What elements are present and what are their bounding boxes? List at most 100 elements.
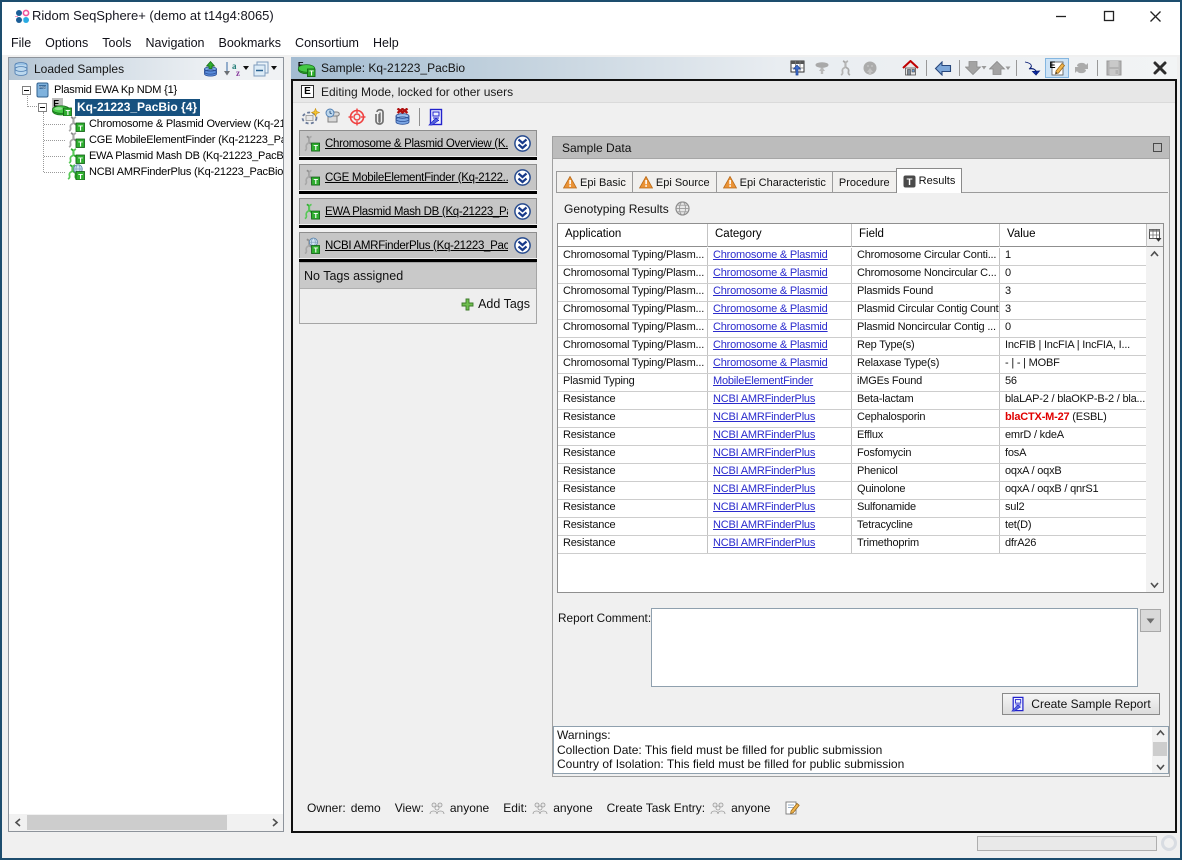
table-vertical-scrollbar[interactable]	[1146, 224, 1163, 592]
section-link[interactable]: Chromosome & Plasmid Overview (K...	[325, 138, 508, 150]
goto-task-icon[interactable]	[1021, 58, 1045, 78]
tree-task-label[interactable]: EWA Plasmid Mash DB (Kq-21223_PacBio)	[89, 150, 283, 162]
report-comment-dropdown[interactable]	[1140, 609, 1161, 632]
table-row[interactable]: Chromosomal Typing/Plasm... Chromosome &…	[558, 284, 1146, 302]
tab-epi-characteristic[interactable]: Epi Characteristic	[716, 171, 833, 193]
tab-label[interactable]: Epi Basic	[580, 177, 626, 189]
section-link[interactable]: EWA Plasmid Mash DB (Kq-21223_Pa...	[325, 206, 508, 218]
table-settings-icon[interactable]	[1146, 224, 1163, 247]
submit-dna-icon-disabled[interactable]	[834, 58, 858, 78]
sort-icon[interactable]: a z	[223, 60, 249, 78]
table-row[interactable]: Chromosomal Typing/Plasm... Chromosome &…	[558, 248, 1146, 266]
menu-consortium[interactable]: Consortium	[288, 36, 366, 50]
tree-sample-label[interactable]: Kq-21223_PacBio {4}	[75, 99, 200, 116]
tree-task-label[interactable]: CGE MobileElementFinder (Kq-21223_PacB	[89, 134, 283, 146]
menu-options[interactable]: Options	[38, 36, 95, 50]
float-panel-icon[interactable]	[1153, 143, 1162, 152]
tab-epi-basic[interactable]: Epi Basic	[556, 171, 633, 193]
category-link[interactable]: Chromosome & Plasmid	[713, 321, 828, 333]
table-row[interactable]: Resistance NCBI AMRFinderPlus Trimethopr…	[558, 536, 1146, 554]
warnings-scrollbar[interactable]	[1152, 727, 1168, 773]
expand-section-icon[interactable]	[514, 203, 531, 220]
tab-label[interactable]: Epi Characteristic	[740, 177, 826, 189]
tree-node-project[interactable]: Proj Plasmid EWA Kp NDM {1}	[22, 82, 177, 98]
save-icon-disabled[interactable]	[1102, 58, 1126, 78]
tree-node-task[interactable]: T NCBI AMRFinderPlus (Kq-21223_PacBio)	[67, 164, 283, 180]
collapse-expander-icon[interactable]	[38, 103, 47, 112]
history-icon[interactable]	[322, 106, 345, 128]
tree-node-task[interactable]: T CGE MobileElementFinder (Kq-21223_PacB	[67, 132, 283, 148]
table-row[interactable]: Resistance NCBI AMRFinderPlus Phenicol o…	[558, 464, 1146, 482]
create-sample-report-label[interactable]: Create Sample Report	[1031, 697, 1150, 711]
menu-navigation[interactable]: Navigation	[138, 36, 211, 50]
category-link[interactable]: Chromosome & Plasmid	[713, 303, 828, 315]
target-icon[interactable]	[345, 106, 368, 128]
down-arrow-icon-disabled[interactable]	[964, 58, 988, 78]
table-row[interactable]: Plasmid Typing MobileElementFinder iMGEs…	[558, 374, 1146, 392]
category-link[interactable]: NCBI AMRFinderPlus	[713, 537, 815, 549]
import-samples-icon[interactable]	[202, 61, 219, 78]
table-row[interactable]: Resistance NCBI AMRFinderPlus Beta-lacta…	[558, 392, 1146, 410]
scroll-right-icon[interactable]	[266, 814, 283, 831]
tab-results[interactable]: T Results	[896, 168, 963, 193]
create-sample-report-button[interactable]: Create Sample Report	[1002, 693, 1160, 715]
expand-section-icon[interactable]	[514, 237, 531, 254]
pdf-report-icon[interactable]	[425, 106, 448, 128]
add-tags-button[interactable]: Add Tags	[461, 297, 530, 311]
scroll-down-icon[interactable]	[1146, 581, 1163, 589]
tree-node-task[interactable]: T EWA Plasmid Mash DB (Kq-21223_PacBio)	[67, 148, 283, 164]
home-icon[interactable]	[898, 58, 922, 78]
category-link[interactable]: NCBI AMRFinderPlus	[713, 393, 815, 405]
category-link[interactable]: NCBI AMRFinderPlus	[713, 519, 815, 531]
tree-node-task[interactable]: T Chromosome & Plasmid Overview (Kq-2122	[67, 116, 283, 132]
tab-label[interactable]: Results	[919, 175, 956, 187]
section-link[interactable]: NCBI AMRFinderPlus (Kq-21223_Pac...	[325, 240, 508, 252]
column-header-application[interactable]: Application	[558, 224, 708, 247]
refresh-icon-disabled[interactable]	[1069, 58, 1093, 78]
category-link[interactable]: Chromosome & Plasmid	[713, 339, 828, 351]
category-link[interactable]: NCBI AMRFinderPlus	[713, 465, 815, 477]
up-arrow-icon-disabled[interactable]	[988, 58, 1012, 78]
category-link[interactable]: Chromosome & Plasmid	[713, 249, 828, 261]
category-link[interactable]: NCBI AMRFinderPlus	[713, 429, 815, 441]
column-header-value[interactable]: Value	[1000, 224, 1146, 247]
category-link[interactable]: Chromosome & Plasmid	[713, 267, 828, 279]
table-row[interactable]: Chromosomal Typing/Plasm... Chromosome &…	[558, 338, 1146, 356]
maximize-button[interactable]	[1086, 2, 1132, 30]
table-row[interactable]: Resistance NCBI AMRFinderPlus Sulfonamid…	[558, 500, 1146, 518]
menu-bookmarks[interactable]: Bookmarks	[212, 36, 289, 50]
table-row[interactable]: Chromosomal Typing/Plasm... Chromosome &…	[558, 302, 1146, 320]
menu-file[interactable]: File	[4, 36, 38, 50]
expand-section-icon[interactable]	[514, 169, 531, 186]
tree-task-label[interactable]: NCBI AMRFinderPlus (Kq-21223_PacBio)	[89, 166, 283, 178]
edit-permissions-icon[interactable]	[784, 800, 800, 816]
table-row[interactable]: Chromosomal Typing/Plasm... Chromosome &…	[558, 356, 1146, 374]
reprocess-icon[interactable]	[299, 106, 322, 128]
category-link[interactable]: MobileElementFinder	[713, 375, 813, 387]
category-link[interactable]: Chromosome & Plasmid	[713, 357, 828, 369]
tree-horizontal-scrollbar[interactable]	[9, 814, 283, 831]
send-to-table-icon[interactable]	[786, 58, 810, 78]
menu-help[interactable]: Help	[366, 36, 406, 50]
table-row[interactable]: Resistance NCBI AMRFinderPlus Cephalospo…	[558, 410, 1146, 428]
table-row[interactable]: Resistance NCBI AMRFinderPlus Tetracycli…	[558, 518, 1146, 536]
menu-tools[interactable]: Tools	[95, 36, 138, 50]
minimize-button[interactable]	[1038, 2, 1084, 30]
category-link[interactable]: NCBI AMRFinderPlus	[713, 411, 815, 423]
back-icon[interactable]	[931, 58, 955, 78]
scroll-up-icon[interactable]	[1152, 729, 1168, 737]
category-link[interactable]: Chromosome & Plasmid	[713, 285, 828, 297]
add-tags-label[interactable]: Add Tags	[478, 297, 530, 311]
scroll-left-icon[interactable]	[9, 814, 26, 831]
table-row[interactable]: Resistance NCBI AMRFinderPlus Quinolone …	[558, 482, 1146, 500]
table-row[interactable]: Resistance NCBI AMRFinderPlus Efflux emr…	[558, 428, 1146, 446]
close-button[interactable]	[1132, 2, 1178, 30]
expand-section-icon[interactable]	[514, 135, 531, 152]
tree-node-sample[interactable]: E T Kq-21223_PacBio {4}	[38, 98, 200, 116]
scroll-up-icon[interactable]	[1146, 250, 1163, 258]
tab-label[interactable]: Epi Source	[656, 177, 710, 189]
table-row[interactable]: Resistance NCBI AMRFinderPlus Fosfomycin…	[558, 446, 1146, 464]
edit-mode-icon-active[interactable]: E	[1045, 58, 1069, 78]
delete-from-db-icon[interactable]	[391, 106, 414, 128]
tab-procedure[interactable]: Procedure	[832, 171, 897, 193]
